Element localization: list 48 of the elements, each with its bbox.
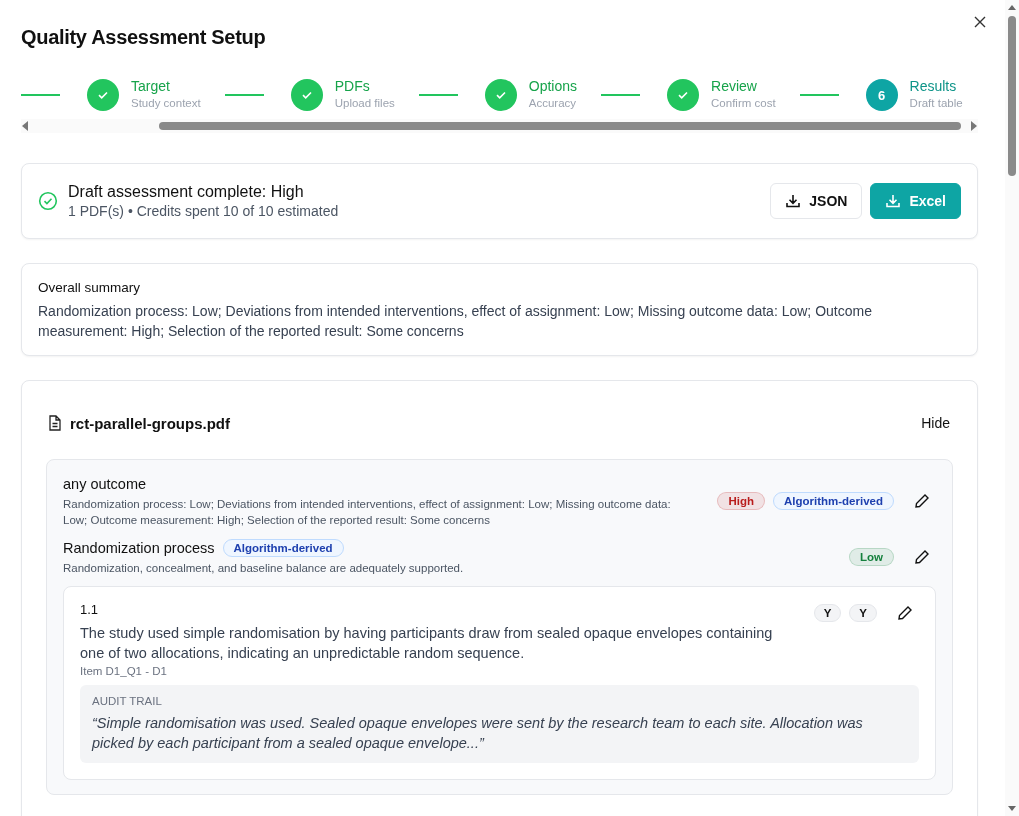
check-circle-icon [38, 191, 58, 211]
step-label[interactable]: Review [711, 78, 776, 95]
document-icon [48, 415, 62, 431]
file-name: rct-parallel-groups.pdf [70, 414, 231, 432]
summary-text: Randomization process: Low; Deviations from intended interventions, effect of assignment: Low; Missing outcome data: Low; Outcome measurement: High; Selection of the reported result: Some concerns [38, 302, 873, 341]
scrollbar-thumb[interactable] [1008, 16, 1016, 176]
scrollbar-thumb[interactable] [158, 122, 962, 130]
close-icon[interactable] [974, 16, 986, 28]
step-sublabel: Accuracy [528, 96, 578, 111]
download-button[interactable]: Excel [870, 183, 961, 219]
step-sublabel: Draft table [909, 96, 963, 111]
download-button[interactable]: JSON [770, 183, 863, 219]
step-sublabel: Study context [131, 96, 201, 111]
question-number: 1.1 [80, 601, 100, 619]
download-icon [885, 193, 902, 209]
outcome-summary: Randomization process: Low; Deviations from intended interventions, effect of assignment: Low; Missing outcome data: Low; Outcome measurement: High; Selection of the reported result: Some concerns [63, 497, 672, 528]
download-icon [785, 193, 802, 209]
up-arrow-icon[interactable] [1008, 4, 1016, 10]
step-label[interactable]: Results [909, 78, 963, 95]
outcome-title: any outcome [63, 475, 148, 494]
left-arrow-icon[interactable] [21, 121, 29, 131]
right-arrow-icon[interactable] [970, 121, 978, 131]
source-badge: Algorithm-derived [772, 492, 894, 510]
step-label[interactable]: Target [131, 78, 201, 95]
source-badge: Algorithm-derived [222, 539, 344, 557]
answer-badge: Y [813, 604, 842, 622]
down-arrow-icon[interactable] [1008, 806, 1016, 812]
risk-badge: Low [849, 548, 894, 566]
step-sublabel: Upload files [334, 96, 395, 111]
step-label[interactable]: Options [528, 78, 578, 95]
audit-heading: AUDIT TRAIL [92, 695, 163, 707]
vertical-scrollbar[interactable] [1005, 0, 1019, 816]
step-sublabel: Confirm cost [711, 96, 776, 111]
summary-heading: Overall summary [38, 280, 141, 295]
hide-button[interactable]: Hide [918, 411, 953, 435]
horizontal-scrollbar[interactable] [21, 119, 978, 133]
step-label[interactable]: PDFs [334, 78, 395, 95]
step-number-badge: 6 [865, 79, 898, 111]
status-title: Draft assessment complete: High [68, 182, 305, 202]
dialog-title: Quality Assessment Setup [21, 25, 267, 49]
audit-quote: “Simple randomisation was used. Sealed opaque envelopes were sent by the research team to each site. Allocation was picked by each participant from a sealed opaque envelope...” [92, 714, 864, 753]
domain-summary: Randomization, concealment, and baseline balance are adequately supported. [63, 561, 465, 576]
domain-title: Randomization process [63, 539, 215, 558]
status-detail: 1 PDF(s) • Credits spent 10 of 10 estimated [68, 202, 340, 220]
risk-badge: High [717, 492, 765, 510]
item-reference: Item D1_Q1 - D1 [80, 665, 168, 677]
question-answer-text: The study used simple randomisation by having participants draw from sealed opaque envelopes containing one of two allocations, indicating an unpredictable random sequence. [80, 624, 774, 663]
answer-badge: Y [849, 604, 877, 622]
